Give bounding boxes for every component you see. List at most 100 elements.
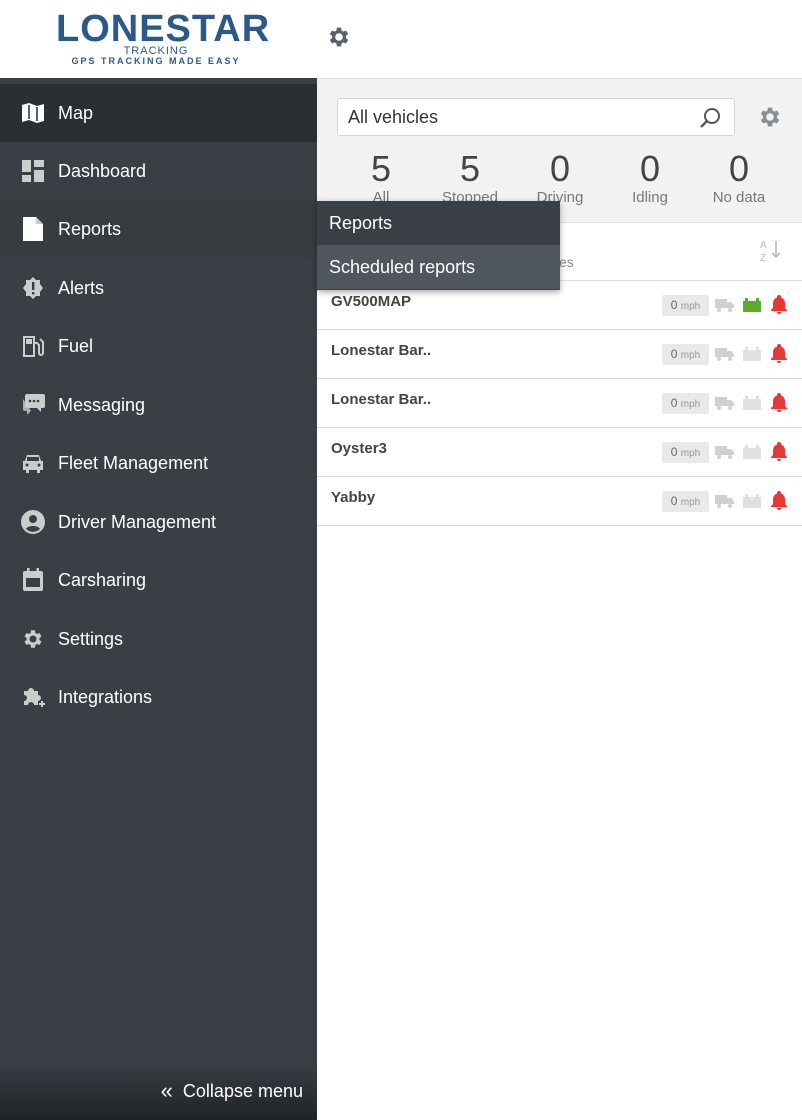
sidebar-item-messaging[interactable]: Messaging: [0, 376, 317, 434]
sidebar-item-label: Dashboard: [58, 160, 147, 181]
sidebar-item-reports[interactable]: Reports: [0, 200, 317, 258]
sidebar-item-carsharing[interactable]: Carsharing: [0, 551, 317, 609]
collapse-menu-button[interactable]: « Collapse menu: [0, 1062, 317, 1120]
user-icon: [20, 509, 46, 535]
sidebar-item-dashboard[interactable]: Dashboard: [0, 142, 317, 200]
vehicle-search-input[interactable]: [348, 107, 688, 128]
speed-badge: 0 mph: [662, 295, 709, 316]
gear-icon: [20, 626, 46, 652]
battery-icon: [743, 445, 761, 459]
speed-badge: 0 mph: [662, 491, 709, 512]
sidebar-item-map[interactable]: Map: [0, 84, 317, 142]
stat-count: 0: [728, 148, 750, 189]
sidebar-item-alerts[interactable]: Alerts: [0, 259, 317, 317]
sidebar-item-label: Integrations: [58, 686, 153, 707]
alert-bell-icon[interactable]: [770, 343, 788, 363]
carsharing-icon: [20, 567, 46, 593]
lonestar-logo[interactable]: LONESTAR TRACKING GPS TRACKING MADE EASY: [56, 8, 271, 66]
alert-bell-icon[interactable]: [770, 294, 788, 314]
sidebar-item-label: Map: [58, 102, 94, 123]
sort-row-label: es: [559, 254, 574, 270]
document-icon: [20, 216, 46, 242]
speed-value: 0: [670, 396, 678, 410]
battery-icon: [743, 396, 761, 410]
alert-bell-icon[interactable]: [770, 392, 788, 412]
speed-unit: mph: [680, 350, 701, 361]
speed-unit: mph: [680, 448, 701, 459]
truck-icon: [715, 348, 734, 361]
fuel-icon: [20, 333, 46, 359]
submenu-item-reports[interactable]: Reports: [317, 201, 560, 245]
svg-text:Z: Z: [760, 253, 766, 263]
collapse-menu-label: Collapse menu: [182, 1080, 303, 1101]
vehicle-name: GV500MAP: [331, 293, 412, 310]
sidebar-item-integrations[interactable]: Integrations: [0, 668, 317, 726]
battery-icon: [743, 494, 761, 508]
sidebar-item-label: Carsharing: [58, 569, 147, 590]
sidebar-item-label: Reports: [58, 218, 122, 239]
alert-bell-icon[interactable]: [770, 490, 788, 510]
sidebar-item-fuel[interactable]: Fuel: [0, 317, 317, 375]
stat-stopped[interactable]: 5 Stopped: [425, 149, 515, 207]
vehicle-row[interactable]: Yabby 0 mph: [317, 477, 802, 526]
vehicle-row[interactable]: Oyster3 0 mph: [317, 428, 802, 477]
map-icon: [20, 100, 46, 126]
reports-submenu: Reports Scheduled reports: [317, 201, 560, 290]
truck-icon: [715, 495, 734, 508]
top-bar: LONESTAR TRACKING GPS TRACKING MADE EASY: [0, 0, 802, 78]
alert-icon: [20, 275, 46, 301]
panel-settings-gear-icon[interactable]: [757, 104, 783, 130]
sidebar-item-label: Alerts: [58, 277, 105, 298]
logo-main-text: LONESTAR: [56, 8, 271, 50]
stat-label: Idling: [632, 189, 668, 206]
stat-no-data[interactable]: 0 No data: [694, 149, 784, 207]
speed-value: 0: [670, 494, 678, 508]
stat-all[interactable]: 5 All: [336, 149, 426, 207]
battery-icon: [743, 347, 761, 361]
alert-bell-icon[interactable]: [770, 441, 788, 461]
stat-count: 0: [549, 148, 571, 189]
speed-badge: 0 mph: [662, 442, 709, 463]
sidebar-item-label: Settings: [58, 628, 124, 649]
car-icon: [20, 450, 46, 476]
vehicle-row[interactable]: Lonestar Bar.. 0 mph: [317, 330, 802, 379]
vehicle-name: Lonestar Bar..: [331, 391, 432, 408]
stat-count: 0: [639, 148, 661, 189]
logo-tagline: GPS TRACKING MADE EASY: [71, 56, 241, 66]
stat-driving[interactable]: 0 Driving: [515, 149, 605, 207]
sidebar-item-settings[interactable]: Settings: [0, 610, 317, 668]
stat-count: 5: [459, 148, 481, 189]
speed-badge: 0 mph: [662, 344, 709, 365]
sidebar-item-driver-management[interactable]: Driver Management: [0, 493, 317, 551]
vehicle-search-box[interactable]: [337, 98, 735, 136]
speed-unit: mph: [680, 399, 701, 410]
puzzle-icon: [20, 684, 46, 710]
speed-unit: mph: [680, 301, 701, 312]
vehicle-name: Lonestar Bar..: [331, 342, 432, 359]
sidebar-item-label: Fuel: [58, 335, 94, 356]
truck-icon: [715, 397, 734, 410]
speed-value: 0: [670, 298, 678, 312]
sidebar-item-fleet-management[interactable]: Fleet Management: [0, 434, 317, 492]
sidebar-nav: Map Dashboard Reports Alerts Fuel Messag…: [0, 78, 317, 1120]
speed-unit: mph: [680, 497, 701, 508]
truck-icon: [715, 299, 734, 312]
sort-az-icon[interactable]: AZ: [760, 237, 784, 264]
sidebar-item-label: Driver Management: [58, 511, 217, 532]
speed-value: 0: [670, 445, 678, 459]
chat-icon: [20, 392, 46, 418]
double-chevron-left-icon: «: [160, 1078, 173, 1103]
search-icon[interactable]: [698, 106, 722, 130]
vehicle-row[interactable]: Lonestar Bar.. 0 mph: [317, 379, 802, 428]
sidebar-item-label: Messaging: [58, 394, 146, 415]
stat-label: No data: [712, 189, 766, 206]
stat-idling[interactable]: 0 Idling: [605, 149, 695, 207]
vehicle-name: Yabby: [331, 489, 376, 506]
header-settings-gear-icon[interactable]: [326, 24, 352, 50]
stat-count: 5: [370, 148, 392, 189]
submenu-item-scheduled-reports[interactable]: Scheduled reports: [317, 245, 560, 289]
truck-icon: [715, 446, 734, 459]
battery-icon: [743, 298, 761, 312]
svg-text:A: A: [760, 240, 767, 251]
vehicle-name: Oyster3: [331, 440, 387, 457]
